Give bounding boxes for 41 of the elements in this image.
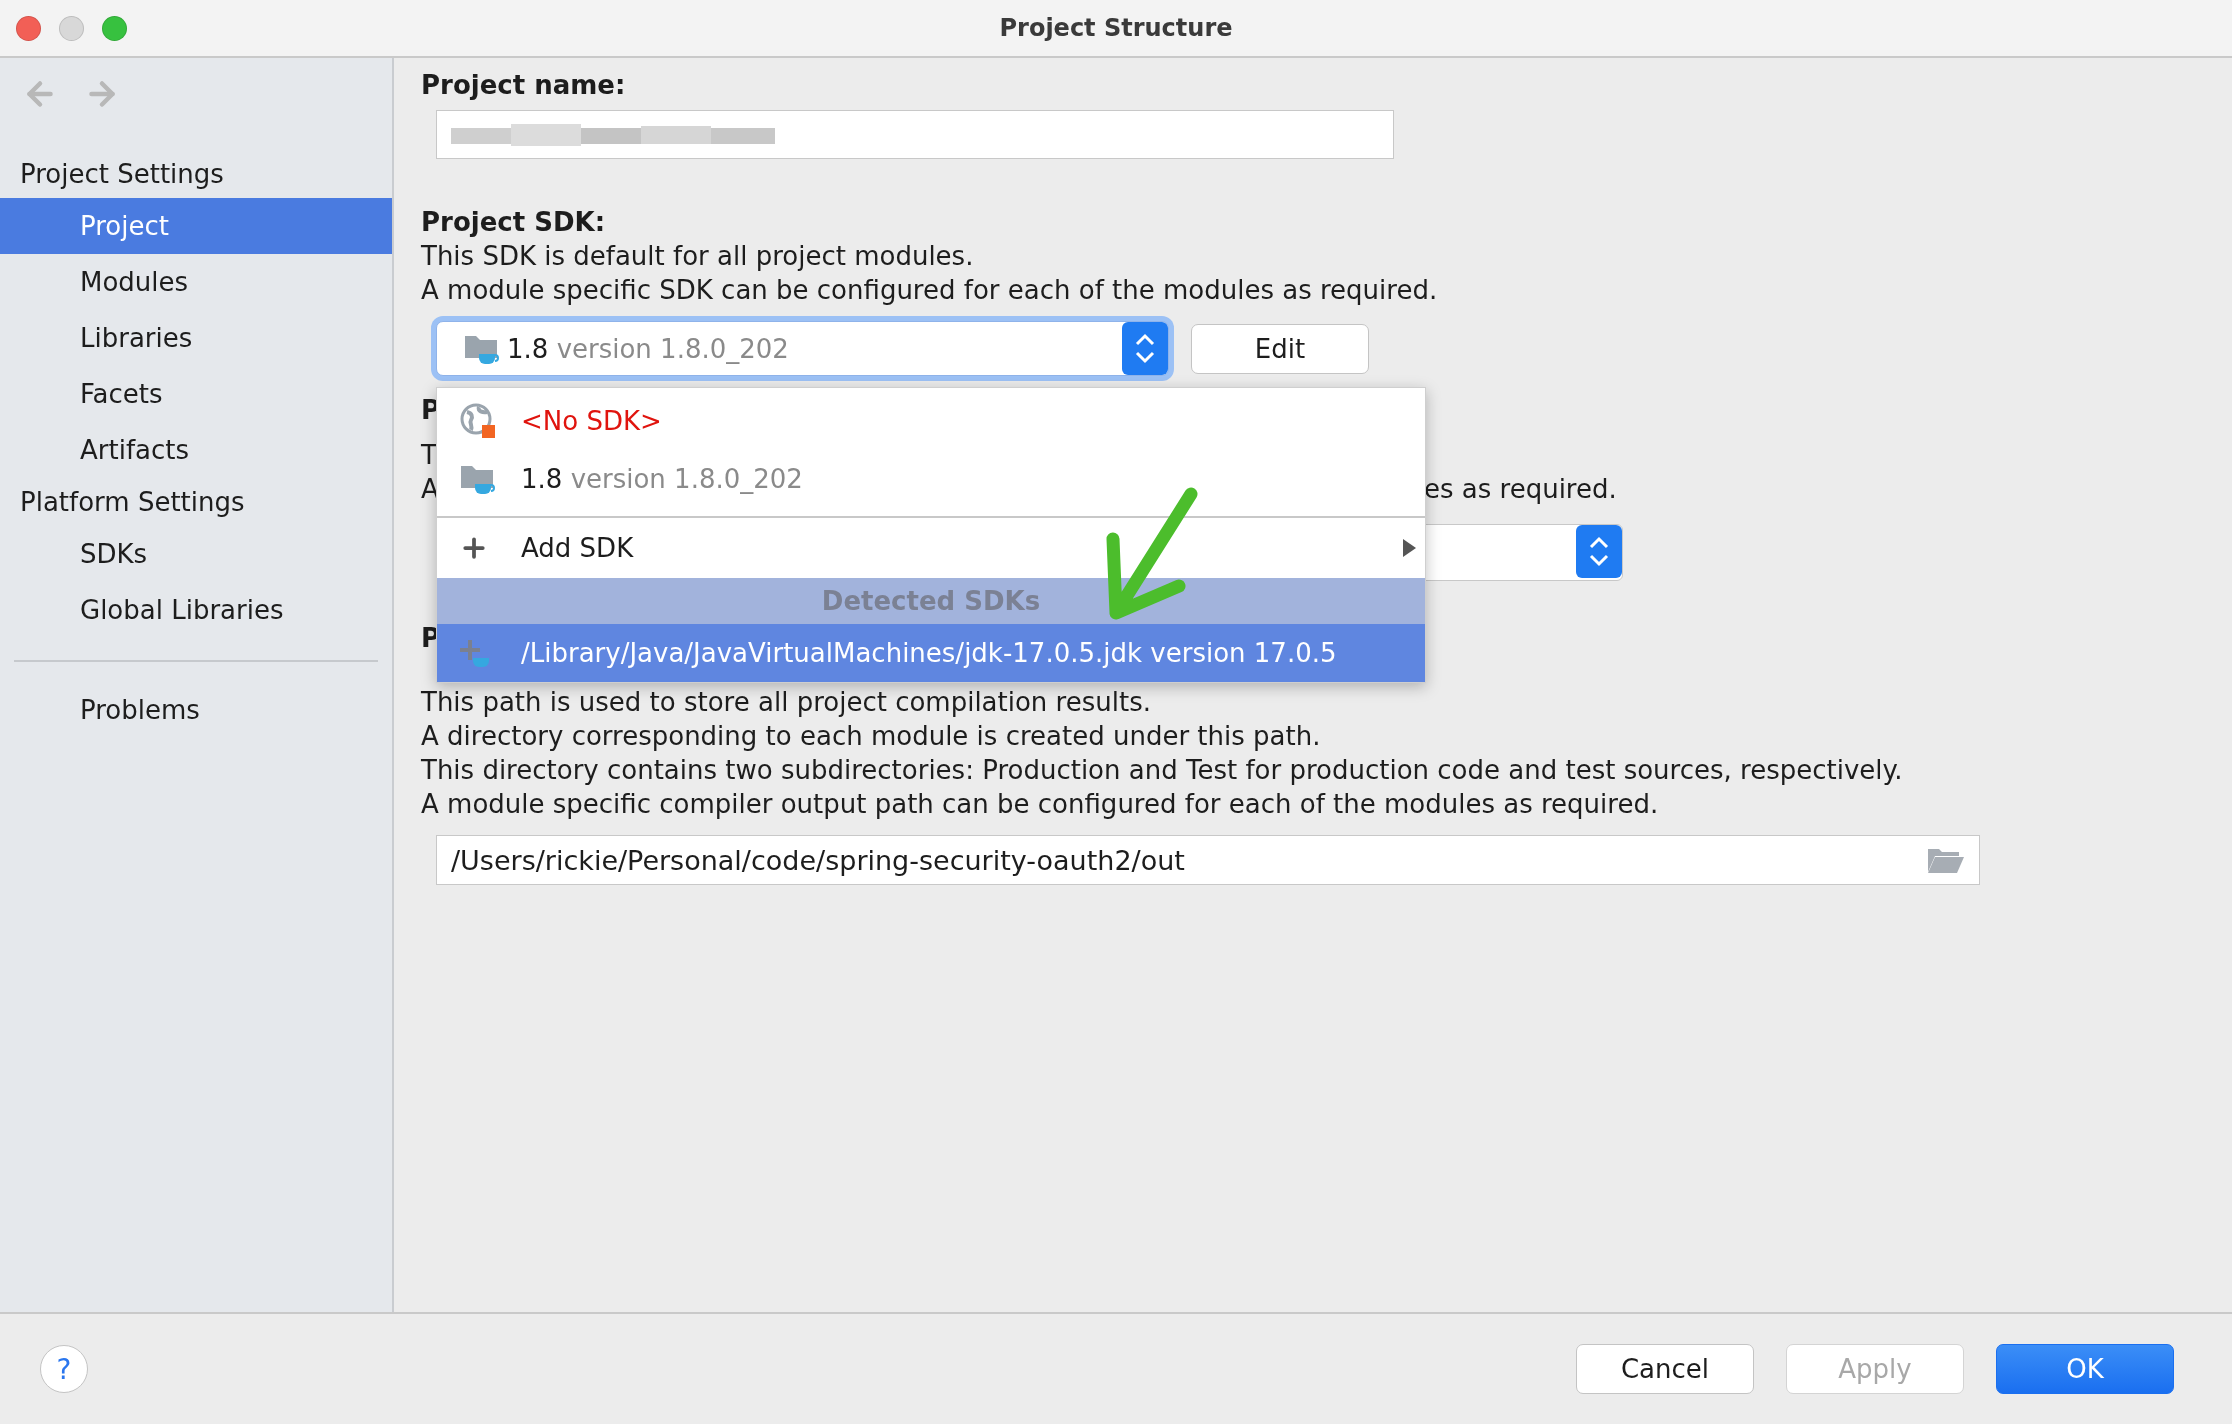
output-path-field[interactable]: /Users/rickie/Personal/code/spring-security-oauth2/out	[436, 835, 1980, 885]
description-text: This SDK is default for all project modules.	[421, 240, 975, 273]
sidebar-item[interactable]: Modules	[0, 254, 392, 310]
stepper-icon[interactable]	[1122, 322, 1168, 375]
menu-item[interactable]: 1.8 version 1.8.0_202	[437, 450, 1425, 508]
sidebar-item[interactable]: SDKs	[0, 526, 392, 582]
folder-icon[interactable]	[1927, 846, 1965, 874]
minimize-button[interactable]	[59, 15, 84, 41]
sidebar-item[interactable]: Global Libraries	[0, 582, 392, 638]
sidebar-heading: Project Settings	[19, 158, 225, 191]
dialog-button[interactable]: OK	[1996, 1344, 2174, 1394]
window-title: Project Structure	[999, 14, 1233, 42]
menu-item[interactable]: /Library/Java/JavaVirtualMachines/jdk-17.0.5.jdk version 17.0.5	[437, 624, 1425, 682]
globe-icon	[459, 403, 497, 439]
sidebar-heading: Platform Settings	[19, 486, 246, 519]
add-sdk-menu-item[interactable]: Add SDK	[437, 518, 1425, 578]
sdk-name: 1.8 version 1.8.0_202	[507, 333, 789, 364]
sidebar-item[interactable]: Problems	[0, 682, 392, 738]
sidebar-item[interactable]: Facets	[0, 366, 392, 422]
description-text: A module specific SDK can be configured for each of the modules as required.	[421, 274, 1439, 307]
sidebar-item[interactable]: Libraries	[0, 310, 392, 366]
zoom-button[interactable]	[102, 15, 127, 41]
help-button[interactable]: ?	[40, 1345, 88, 1393]
description-text: This directory contains two subdirectories: Production and Test for production code and test sources, respectively.	[421, 754, 1904, 787]
stepper-icon[interactable]	[1576, 525, 1622, 578]
description-text: T	[421, 439, 437, 472]
close-button[interactable]	[16, 15, 41, 41]
description-text: This path is used to store all project compilation results.	[421, 686, 1152, 719]
menu-section-header: Detected SDKs	[437, 578, 1425, 624]
field-label: Project name:	[421, 69, 627, 102]
sidebar-item[interactable]: Project	[0, 198, 392, 254]
dialog-button[interactable]: Cancel	[1576, 1344, 1754, 1394]
sidebar-item[interactable]: Artifacts	[0, 422, 392, 478]
description-text: A directory corresponding to each module is created under this path.	[421, 720, 1322, 753]
submenu-arrow-icon	[1401, 538, 1417, 558]
description-text: es as required.	[1424, 473, 1617, 506]
field-label: Project SDK:	[421, 206, 607, 239]
description-text: A module specific compiler output path can be configured for each of the modules as required.	[421, 788, 1660, 821]
menu-item[interactable]: <No SDK>	[437, 392, 1425, 450]
edit-button[interactable]: Edit	[1191, 323, 1369, 374]
project-name-field[interactable]	[436, 110, 1394, 159]
